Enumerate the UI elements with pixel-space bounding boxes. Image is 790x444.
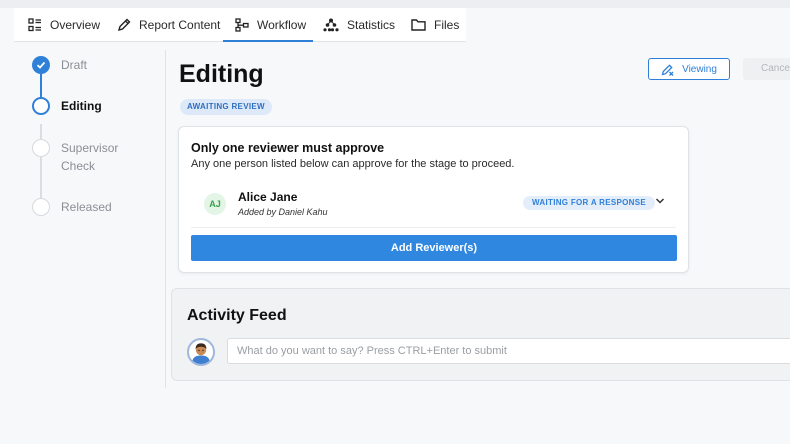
approval-title: Only one reviewer must approve — [191, 141, 385, 155]
activity-feed: Activity Feed — [171, 288, 790, 381]
reviewer-status-badge: WAITING FOR A RESPONSE — [523, 196, 656, 210]
approval-card: Only one reviewer must approve Any one p… — [178, 126, 689, 273]
workflow-icon — [235, 17, 249, 32]
workflow-stepper: Draft Editing Supervisor Check Released — [0, 42, 166, 444]
step-released-label[interactable]: Released — [61, 198, 112, 216]
vertical-divider — [165, 50, 166, 388]
tab-workflow[interactable]: Workflow — [223, 8, 313, 42]
comment-input[interactable] — [227, 338, 790, 364]
step-editing-label[interactable]: Editing — [61, 97, 102, 115]
approval-subtitle: Any one person listed below can approve … — [191, 158, 515, 170]
tab-files-label: Files — [434, 17, 460, 32]
person-icon — [192, 343, 210, 364]
list-icon — [28, 17, 41, 31]
step-supervisor-check-label[interactable]: Supervisor Check — [61, 139, 131, 175]
chevron-down-icon[interactable] — [655, 197, 665, 205]
page-title: Editing — [179, 60, 264, 88]
reviewer-name: Alice Jane — [238, 190, 298, 204]
reviewer-avatar: AJ — [204, 193, 226, 215]
reviewer-added-by: Added by Daniel Kahu — [238, 207, 328, 217]
activity-feed-title: Activity Feed — [187, 307, 287, 324]
hierarchy-icon — [323, 18, 339, 31]
pencil-icon — [117, 18, 131, 31]
tab-overview[interactable]: Overview — [14, 8, 105, 41]
step-released-indicator[interactable] — [32, 198, 50, 216]
viewing-label: Viewing — [682, 63, 717, 75]
tab-report-content-label: Report Content — [139, 17, 221, 32]
tab-statistics[interactable]: Statistics — [313, 8, 399, 41]
divider — [191, 227, 676, 228]
tab-report-content[interactable]: Report Content — [105, 8, 223, 41]
top-strip — [0, 0, 790, 8]
add-reviewer-button[interactable]: Add Reviewer(s) — [191, 235, 677, 261]
viewing-button[interactable]: Viewing — [648, 58, 730, 80]
step-supervisor-check-indicator[interactable] — [32, 139, 50, 157]
step-connector — [40, 124, 42, 208]
step-draft-label[interactable]: Draft — [61, 56, 87, 74]
folder-icon — [411, 19, 426, 31]
step-editing-indicator[interactable] — [32, 97, 50, 115]
status-badge: AWAITING REVIEW — [180, 99, 272, 115]
check-icon — [36, 61, 46, 69]
step-draft-indicator[interactable] — [32, 56, 50, 74]
tab-bar: Overview Report Content Workflow Statist… — [14, 8, 466, 42]
edit-off-icon — [661, 63, 674, 76]
user-avatar — [187, 338, 215, 366]
tab-files[interactable]: Files — [399, 8, 466, 41]
tab-workflow-label: Workflow — [257, 17, 307, 32]
tab-overview-label: Overview — [50, 17, 101, 32]
cancel-button[interactable]: Cancel — [743, 58, 790, 80]
tab-statistics-label: Statistics — [347, 17, 396, 32]
